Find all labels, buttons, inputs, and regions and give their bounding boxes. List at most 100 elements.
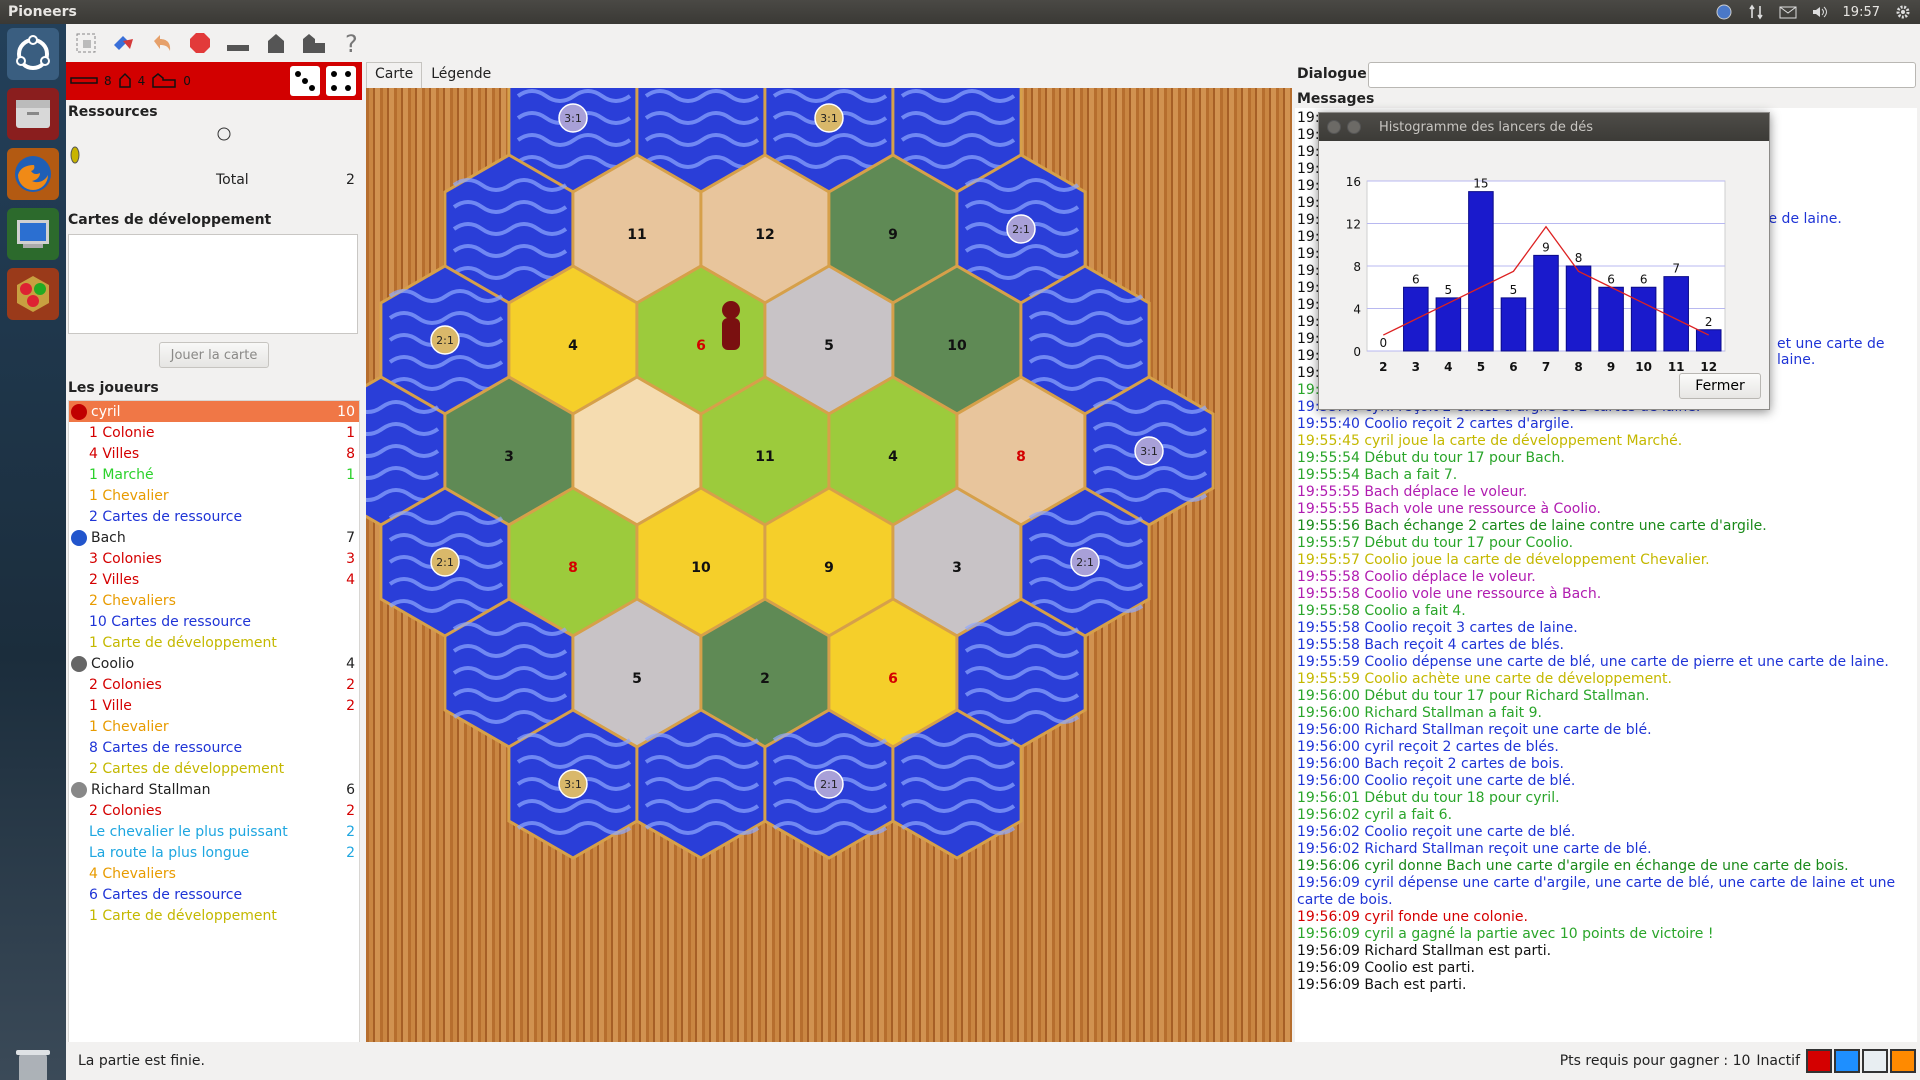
cities-icon — [151, 72, 177, 91]
histogram-bar — [1435, 297, 1462, 352]
hex-number: 10 — [947, 338, 967, 354]
pioneers-launcher-icon[interactable] — [7, 268, 59, 320]
player-stat-label: 2 Villes — [89, 571, 140, 588]
histogram-bar — [1630, 286, 1657, 352]
new-game-icon[interactable] — [72, 29, 100, 57]
player-stat-label: 3 Colonies — [89, 550, 162, 567]
message-line: 19:55:59 Coolio dépense une carte de blé… — [1297, 654, 1889, 670]
app-title: Pioneers — [8, 4, 77, 20]
player-color-swatch — [1806, 1049, 1832, 1073]
histogram-bar — [1533, 254, 1559, 352]
trade-icon[interactable] — [110, 29, 138, 57]
message-line: 19:56:09 cyril a gagné la partie avec 10… — [1297, 926, 1714, 942]
player-stat-row: 6 Cartes de ressource — [69, 884, 359, 905]
hex-number: 11 — [627, 227, 646, 243]
player-color-swatch — [1834, 1049, 1860, 1073]
hex-number: 8 — [568, 560, 578, 576]
build-settlement-icon[interactable] — [262, 29, 290, 57]
x-tick-label: 8 — [1574, 360, 1582, 373]
mail-icon[interactable] — [1779, 4, 1797, 20]
players-list[interactable]: cyril 10 1 Colonie 1 4 Villes 8 1 Marché 1 1 Che… — [68, 400, 360, 1080]
player-avatar-icon — [71, 781, 87, 798]
tab-legend[interactable]: Légende — [422, 62, 501, 88]
x-tick-label: 9 — [1607, 360, 1615, 373]
files-launcher-icon[interactable] — [7, 88, 59, 140]
bar-value-label: 0 — [1379, 336, 1387, 350]
x-tick-label: 12 — [1700, 360, 1717, 373]
histogram-title: Histogramme des lancers de dés — [1379, 119, 1594, 135]
player-color-swatch — [1890, 1049, 1916, 1073]
players-title: Les joueurs — [68, 380, 159, 396]
close-button[interactable]: Fermer — [1679, 373, 1761, 399]
resources-area: Total 2 — [66, 124, 362, 208]
game-board[interactable]: 11 12 9 4 6 5 10 3 11 4 8 8 10 9 3 5 2 6 3:1 3:1 2:1 2:1 3:1 2:… — [315, 42, 1292, 1042]
histogram-bar — [1500, 297, 1527, 352]
player-stat-label: 1 Colonie — [89, 424, 155, 441]
svg-text:?: ? — [345, 30, 358, 56]
firefox-launcher-icon[interactable] — [7, 148, 59, 200]
build-road-icon[interactable] — [224, 29, 252, 57]
player-stat-row: 2 Chevaliers — [69, 590, 359, 611]
status-bar: La partie est finie. Pts requis pour gag… — [66, 1042, 1920, 1080]
tab-map[interactable]: Carte — [366, 62, 423, 88]
map-tabs: Carte Légende — [366, 62, 501, 88]
message-line: 19:56:00 Coolio reçoit une carte de blé. — [1297, 773, 1576, 789]
player-row[interactable]: Coolio 4 — [69, 653, 359, 674]
dice-histogram-dialog: Histogramme des lancers de dés 0 4 8 12 16 0 2… — [1318, 112, 1770, 410]
network-state: Inactif — [1756, 1053, 1800, 1069]
player-row[interactable]: Bach 7 — [69, 527, 359, 548]
player-row[interactable]: Richard Stallman 6 — [69, 779, 359, 800]
clock[interactable]: 19:57 — [1843, 5, 1880, 20]
window-minimize-icon[interactable] — [1347, 120, 1361, 134]
points-required: Pts requis pour gagner : 10 — [1559, 1053, 1751, 1069]
player-stat-label: 2 Colonies — [89, 676, 162, 693]
player-stat-value: 2 — [346, 697, 355, 714]
port-label: 2:1 — [1076, 556, 1094, 569]
roads-count: 8 — [104, 74, 112, 88]
player-stat-label: 1 Carte de développement — [89, 634, 277, 651]
bar-value-label: 6 — [1607, 272, 1615, 286]
message-line: 19:55:54 Début du tour 17 pour Bach. — [1297, 450, 1565, 466]
die-left — [290, 66, 320, 96]
window-close-icon[interactable] — [1327, 120, 1341, 134]
player-avatar-icon — [71, 655, 87, 672]
resources-title: Ressources — [68, 104, 158, 120]
hex-number: 3 — [952, 560, 962, 576]
message-line: 19:55:45 cyril joue la carte de développ… — [1297, 433, 1683, 449]
dev-cards-list[interactable] — [68, 234, 358, 334]
undo-icon[interactable] — [148, 29, 176, 57]
player-stat-row: 4 Chevaliers — [69, 863, 359, 884]
player-stat-label: 6 Cartes de ressource — [89, 886, 243, 903]
player-stat-label: 2 Colonies — [89, 802, 162, 819]
message-line: 19:55:58 Coolio reçoit 3 cartes de laine… — [1297, 620, 1578, 636]
player-stat-value: 2 — [346, 823, 355, 840]
trash-icon[interactable] — [9, 1044, 57, 1080]
system-settings-launcher-icon[interactable] — [7, 208, 59, 260]
play-card-button[interactable]: Jouer la carte — [159, 342, 269, 368]
cities-count: 0 — [183, 74, 191, 88]
message-line: 19:55:58 Bach reçoit 4 cartes de blés. — [1297, 637, 1565, 653]
bar-value-label: 6 — [1412, 272, 1420, 286]
hex-number: 6 — [696, 338, 706, 354]
die-right — [326, 66, 356, 96]
finish-turn-icon[interactable] — [186, 29, 214, 57]
dialogue-input[interactable] — [1368, 62, 1916, 88]
player-stat-row: 1 Chevalier — [69, 716, 359, 737]
player-score: 7 — [346, 529, 355, 546]
gear-icon[interactable] — [1894, 4, 1912, 20]
volume-icon[interactable] — [1811, 4, 1829, 20]
language-icon[interactable] — [1715, 4, 1733, 20]
roads-icon — [70, 74, 98, 89]
player-stat-row: 1 Colonie 1 — [69, 422, 359, 443]
message-line: 19:56:02 Coolio reçoit une carte de blé. — [1297, 824, 1576, 840]
player-stat-value: 2 — [346, 676, 355, 693]
total-value: 2 — [346, 172, 355, 188]
dash-launcher-icon[interactable] — [7, 28, 59, 80]
player-stat-row: 2 Cartes de ressource — [69, 506, 359, 527]
network-icon[interactable] — [1747, 4, 1765, 20]
build-city-icon[interactable] — [300, 29, 328, 57]
help-icon[interactable]: ? — [338, 29, 366, 57]
x-tick-label: 11 — [1668, 360, 1685, 373]
board-map[interactable]: 11 12 94 6 5 103 11 4 88 10 9 35 2 63:1 3:12:12:13:12:… — [315, 42, 1292, 1042]
player-row[interactable]: cyril 10 — [69, 401, 359, 422]
